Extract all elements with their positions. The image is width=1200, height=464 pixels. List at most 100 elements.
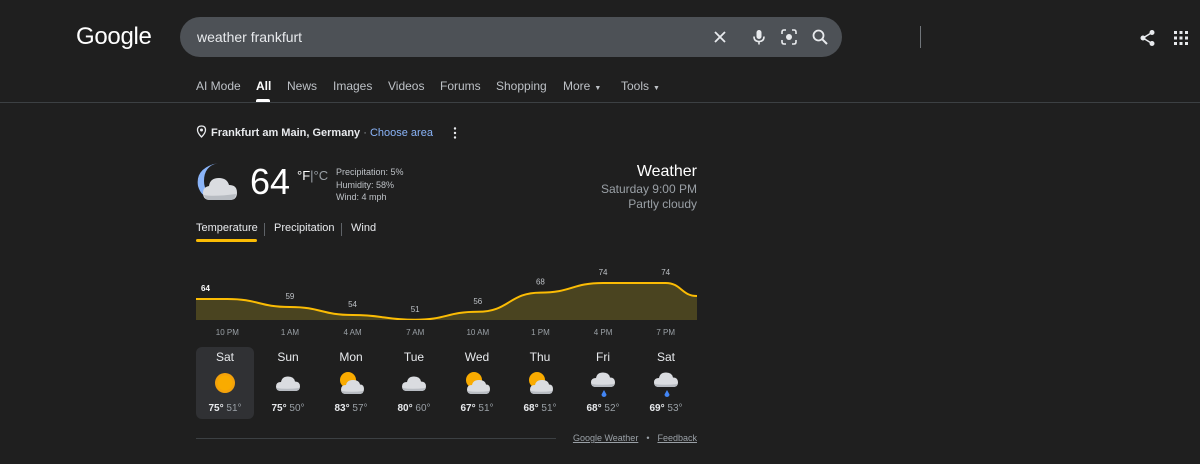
tab-tools[interactable]: Tools ▼ [621, 79, 660, 93]
tab-shopping[interactable]: Shopping [496, 79, 547, 93]
time-label: 1 PM [531, 328, 550, 337]
day-name: Tue [403, 350, 425, 364]
day-temps: 68° 51° [511, 403, 569, 414]
search-input[interactable]: weather frankfurt [197, 29, 302, 45]
tab-all[interactable]: All [256, 79, 271, 93]
choose-area-link[interactable]: Choose area [370, 127, 433, 139]
temp-data-label: 54 [348, 300, 357, 309]
day-column[interactable]: Thu 68° 51° [511, 350, 569, 414]
more-options-icon[interactable] [450, 126, 460, 140]
day-low: 52° [604, 403, 620, 414]
day-column[interactable]: Fri 68° 52° [574, 350, 632, 414]
location-separator: · [363, 127, 367, 139]
temp-data-label: 59 [285, 292, 294, 301]
metric-tab-divider [341, 223, 342, 236]
caret-down-icon: ▼ [653, 85, 660, 92]
footer-dot: • [646, 433, 650, 443]
temp-data-label: 51 [411, 305, 420, 314]
apps-icon[interactable] [1172, 29, 1190, 47]
cloudy-icon [402, 376, 426, 391]
day-temps: 67° 51° [448, 403, 506, 414]
day-column[interactable]: Wed 67° 51° [448, 350, 506, 414]
day-column[interactable]: Sat 75° 51° [196, 350, 254, 414]
time-label: 1 AM [280, 328, 300, 337]
location-row: Frankfurt am Main, Germany · Choose area [196, 125, 433, 139]
sunny-icon [215, 373, 235, 393]
time-label: 4 PM [593, 328, 613, 337]
day-column[interactable]: Tue 80° 60° [385, 350, 443, 414]
location-name: Frankfurt am Main, Germany [211, 127, 361, 139]
google-weather-link[interactable]: Google Weather [573, 433, 638, 443]
day-low: 57° [352, 403, 368, 414]
feedback-link[interactable]: Feedback [657, 433, 697, 443]
tab-images[interactable]: Images [333, 79, 372, 93]
share-icon[interactable] [1139, 29, 1157, 47]
day-name: Mon [339, 350, 363, 364]
tab-temperature[interactable]: Temperature [196, 222, 258, 234]
search-divider [920, 26, 921, 48]
lens-icon[interactable] [779, 27, 799, 47]
weather-summary: Weather Saturday 9:00 PM Partly cloudy [601, 162, 697, 212]
tab-videos[interactable]: Videos [388, 79, 424, 93]
partly-cloudy-icon [340, 372, 364, 394]
day-low: 50° [289, 403, 305, 414]
location-pin-icon [196, 125, 207, 138]
day-temps: 80° 60° [385, 403, 443, 414]
metric-tab-divider [264, 223, 265, 236]
day-name: Sun [277, 350, 299, 364]
time-label: 10 PM [215, 328, 239, 337]
weather-details: Precipitation: 5% Humidity: 58% Wind: 4 … [336, 166, 404, 204]
day-low: 51° [478, 403, 494, 414]
day-high: 75° [271, 403, 287, 414]
tab-more[interactable]: More ▼ [563, 79, 601, 93]
showers-icon [654, 372, 678, 397]
temp-data-label: 74 [599, 268, 608, 277]
wind-text: Wind: 4 mph [336, 192, 387, 202]
caret-down-icon: ▼ [594, 85, 602, 92]
day-high: 68° [586, 403, 602, 414]
temp-data-label: 64 [201, 284, 210, 293]
day-name: Sat [656, 350, 675, 364]
search-icon[interactable] [810, 27, 830, 47]
search-box[interactable]: weather frankfurt [180, 17, 921, 57]
day-name: Wed [464, 350, 490, 364]
unit-switcher: °F|°C [297, 168, 328, 183]
unit-fahrenheit[interactable]: °F [297, 168, 310, 183]
partly-cloudy-icon [466, 372, 490, 394]
day-name: Thu [529, 350, 551, 364]
unit-celsius[interactable]: °C [314, 168, 329, 183]
tab-wind[interactable]: Wind [351, 222, 376, 234]
day-name: Fri [596, 350, 610, 364]
tab-forums[interactable]: Forums [440, 79, 481, 93]
day-temps: 83° 57° [322, 403, 380, 414]
partly-cloudy-night-icon [197, 163, 237, 200]
tab-precipitation[interactable]: Precipitation [274, 222, 335, 234]
day-low: 51° [541, 403, 557, 414]
time-label: 4 AM [343, 328, 362, 337]
mic-icon[interactable] [749, 27, 769, 47]
clear-icon[interactable] [710, 27, 730, 47]
showers-icon [591, 372, 615, 397]
tab-tools-label: Tools [621, 79, 650, 93]
day-column[interactable]: Sun 75° 50° [259, 350, 317, 414]
tab-more-label: More [563, 79, 591, 93]
header-divider [0, 102, 1200, 103]
humidity-text: Humidity: 58% [336, 179, 395, 190]
day-high: 67° [460, 403, 476, 414]
day-low: 60° [415, 403, 431, 414]
day-temps: 68° 52° [574, 403, 632, 414]
temperature-area [196, 283, 697, 320]
tab-news[interactable]: News [287, 79, 317, 93]
time-label: 7 PM [656, 328, 676, 337]
partly-cloudy-icon [529, 372, 553, 394]
tab-ai-mode[interactable]: AI Mode [196, 79, 241, 93]
day-high: 69° [649, 403, 665, 414]
day-high: 83° [334, 403, 350, 414]
time-label: 10 AM [466, 328, 490, 337]
temp-data-label: 74 [661, 268, 670, 277]
day-column[interactable]: Mon 83° 57° [322, 350, 380, 414]
day-temps: 69° 53° [637, 403, 695, 414]
google-logo[interactable]: Google [76, 23, 152, 51]
day-column[interactable]: Sat 69° 53° [637, 350, 695, 414]
day-low: 51° [226, 403, 242, 414]
